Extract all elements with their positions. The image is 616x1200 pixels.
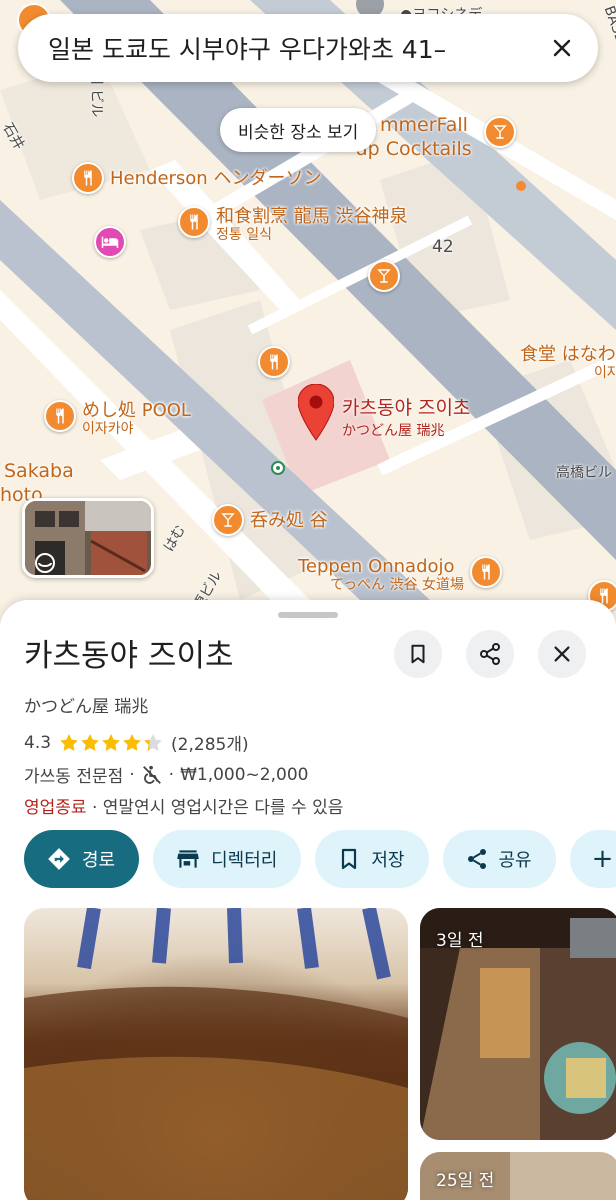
rating-value: 4.3: [24, 732, 52, 753]
poi-hotel[interactable]: [94, 226, 126, 258]
photo-age-badge: 3일 전: [436, 931, 484, 951]
poi-restaurant[interactable]: [258, 346, 290, 378]
photo-recent-1[interactable]: 3일 전: [420, 908, 616, 1140]
action-chips: 경로 디렉터리 저장 공유 +: [24, 830, 616, 888]
search-query[interactable]: 일본 도쿄도 시부야구 우다가와초 41–: [48, 30, 544, 66]
close-sheet-button[interactable]: [538, 630, 586, 678]
map-pin-icon: [297, 383, 335, 441]
more-button[interactable]: +: [569, 830, 616, 888]
hours-status-row[interactable]: 영업종료 · 연말연시 영업시간은 다를 수 있음: [24, 793, 343, 818]
price-range: ₩1,000~2,000: [180, 764, 309, 785]
share-icon-button[interactable]: [466, 630, 514, 678]
restaurant-icon: [44, 400, 76, 432]
directory-button[interactable]: 디렉터리: [153, 830, 302, 888]
cocktail-icon: [368, 260, 400, 292]
search-bar[interactable]: 일본 도쿄도 시부야구 우다가와초 41–: [18, 14, 598, 82]
poi-nomidokoro[interactable]: 呑み処 谷: [212, 504, 328, 536]
star-icon: [102, 733, 120, 751]
star-icon: [123, 733, 141, 751]
photo-main[interactable]: [24, 908, 408, 1200]
hotel-icon: [94, 226, 126, 258]
restaurant-icon: [178, 206, 210, 238]
place-title: 카츠동야 즈이초: [24, 638, 234, 674]
share-icon: [480, 643, 500, 665]
poi-pool[interactable]: めし処 POOL 이자카야: [44, 400, 191, 438]
save-button[interactable]: 저장: [315, 830, 429, 888]
bookmark-icon: [411, 644, 425, 664]
share-button[interactable]: 공유: [442, 830, 556, 888]
star-icon: [144, 733, 162, 751]
share-icon: [467, 849, 486, 869]
close-icon: [554, 646, 570, 662]
selected-place-label: 카츠동야 즈이초 かつどん屋 瑞兆: [342, 397, 471, 439]
hours-note: · 연말연시 영업시간은 다를 수 있음: [86, 798, 344, 818]
poi-shokudo[interactable]: 食堂 はなわ 이자: [514, 344, 616, 382]
sheet-drag-handle[interactable]: [278, 612, 338, 618]
place-native-name: かつどん屋 瑞兆: [24, 697, 149, 717]
star-rating: [59, 733, 163, 753]
not-wheelchair-accessible-icon: [142, 765, 161, 784]
cocktail-icon: [212, 504, 244, 536]
cocktail-icon: [484, 116, 516, 148]
restaurant-icon: [470, 556, 503, 588]
poi-summerfall-sub: ap Cocktails: [356, 138, 472, 160]
poi-bar[interactable]: [368, 260, 400, 292]
map-sakaba-label: Sakaba: [4, 460, 74, 482]
restaurant-icon: [72, 162, 104, 194]
place-details-sheet: 카츠동야 즈이초 かつどん屋 瑞兆 4.3 (2,285개) 가쓰동 전문점 ·…: [0, 600, 616, 1200]
save-icon-button[interactable]: [394, 630, 442, 678]
poi-ryoma[interactable]: 和食割烹 龍馬 渋谷神泉 정통 일식: [178, 206, 407, 244]
close-icon[interactable]: [544, 30, 580, 66]
map-takahashi-label: 高橋ビル: [556, 465, 612, 481]
open-status: 영업종료: [24, 798, 87, 818]
directions-button[interactable]: 경로: [24, 830, 140, 888]
street-view-thumbnail[interactable]: [22, 498, 154, 578]
directions-icon: [48, 848, 70, 870]
stars-icon: [60, 733, 162, 751]
poi-summerfall-label: mmerFall: [380, 114, 468, 136]
star-icon: [60, 733, 78, 751]
review-count[interactable]: (2,285개): [171, 730, 249, 755]
place-category: 가쓰동 전문점: [24, 767, 124, 787]
map-block-number: 42: [432, 237, 454, 257]
store-icon: [177, 850, 199, 868]
map-view[interactable]: ●ヨコシネデ BASE 42 高橋ビル 宇田川 ビル 石井 原ビル はむ Sak…: [0, 0, 616, 630]
poi-teppen[interactable]: Teppen Onnadojo てっぺん 渋谷 女道場: [298, 556, 503, 594]
place-meta-row: 가쓰동 전문점 · · ₩1,000~2,000: [24, 762, 309, 788]
photo-recent-2[interactable]: 25일 전: [420, 1152, 616, 1200]
selected-place-marker[interactable]: [297, 383, 335, 446]
rating-row[interactable]: 4.3 (2,285개): [24, 730, 249, 756]
restaurant-icon: [258, 346, 290, 378]
poi-henderson[interactable]: Henderson ヘンダーソン: [72, 162, 321, 194]
separator: ·: [129, 764, 135, 785]
bookmark-icon: [342, 848, 357, 870]
photo-age-badge: 25일 전: [436, 1171, 495, 1191]
star-icon: [81, 733, 99, 751]
poi-summerfall[interactable]: [480, 116, 516, 148]
separator: ·: [168, 764, 175, 785]
similar-places-chip[interactable]: 비슷한 장소 보기: [220, 108, 377, 152]
